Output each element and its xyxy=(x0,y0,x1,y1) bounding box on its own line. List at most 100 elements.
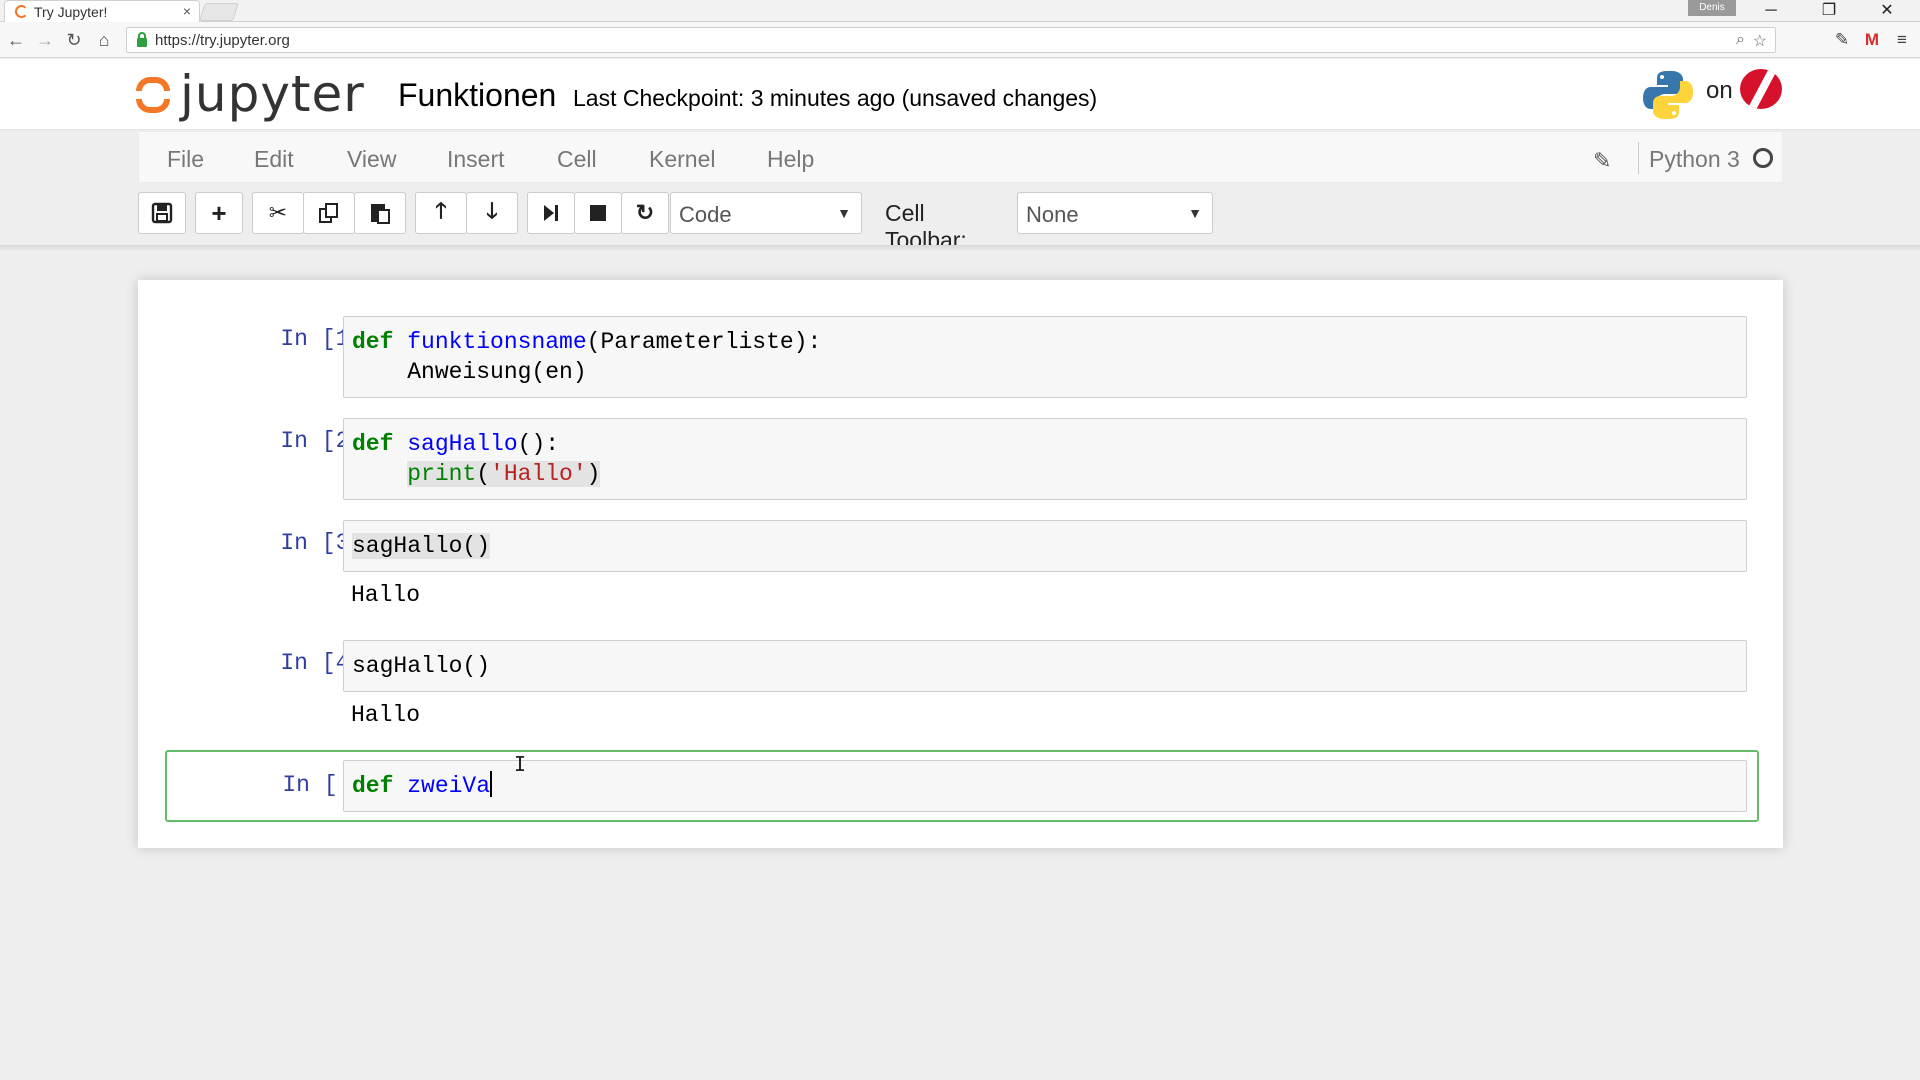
lock-icon xyxy=(137,31,147,47)
restore-button[interactable]: ❐ xyxy=(1806,0,1852,22)
code-string: 'Hallo' xyxy=(490,461,587,487)
jupyter-logo[interactable]: jupyter xyxy=(134,65,365,123)
minimize-button[interactable]: ─ xyxy=(1748,0,1794,22)
cut-button[interactable]: ✂ xyxy=(252,192,304,234)
code-text: (): xyxy=(517,431,560,457)
kernel-idle-indicator-icon xyxy=(1753,148,1773,168)
code-text: ( xyxy=(476,461,491,487)
tab-title: Try Jupyter! xyxy=(34,3,108,20)
close-window-button[interactable]: ✕ xyxy=(1864,0,1910,22)
jupyter-header: jupyter Funktionen Last Checkpoint: 3 mi… xyxy=(0,59,1920,130)
bookmark-star-icon[interactable]: ☆ xyxy=(1753,31,1767,51)
extension-pen-icon[interactable]: ✎ xyxy=(1830,28,1854,52)
stop-icon xyxy=(590,205,606,221)
on-text: on xyxy=(1706,77,1733,104)
cell-type-value: Code xyxy=(679,202,732,227)
paste-icon xyxy=(371,204,390,224)
save-button[interactable] xyxy=(138,192,186,234)
menu-file[interactable]: File xyxy=(167,146,204,173)
cell-output: Hallo xyxy=(351,702,421,728)
code-input[interactable]: def funktionsname(Parameterliste): Anwei… xyxy=(343,316,1747,398)
paste-button[interactable] xyxy=(354,192,406,234)
browser-toolbar: ← → ↻ ⌂ https://try.jupyter.org ⌕ ☆ ✎ M … xyxy=(0,22,1920,58)
menu-kernel[interactable]: Kernel xyxy=(649,146,715,173)
code-text: zweiVa xyxy=(393,773,491,799)
chevron-down-icon: ▼ xyxy=(837,205,851,221)
code-text: sagHallo() xyxy=(352,533,491,559)
code-input-active[interactable]: def zweiVa xyxy=(343,760,1747,812)
copy-icon xyxy=(319,203,338,223)
code-keyword: def xyxy=(352,431,394,457)
cell-toolbar-select[interactable]: None ▼ xyxy=(1017,192,1213,234)
back-button[interactable]: ← xyxy=(4,28,28,52)
home-button[interactable]: ⌂ xyxy=(92,28,116,52)
browser-tab[interactable]: Try Jupyter! × xyxy=(4,0,200,22)
move-up-button[interactable]: 🡑 xyxy=(415,192,467,234)
insert-cell-button[interactable]: + xyxy=(195,192,243,234)
code-cell[interactable]: In [2]: def sagHallo(): print('Hallo') xyxy=(165,418,1757,500)
logo-text: jupyter xyxy=(180,65,365,123)
run-cell-button[interactable] xyxy=(527,192,575,234)
profile-badge[interactable]: Denis xyxy=(1688,0,1736,16)
code-text: Anweisung(en) xyxy=(352,359,587,385)
url-bar[interactable]: https://try.jupyter.org ⌕ ☆ xyxy=(126,27,1776,53)
rackspace-logo-icon xyxy=(1740,69,1782,109)
menu-view[interactable]: View xyxy=(347,146,396,173)
restart-icon: ↻ xyxy=(635,200,655,225)
code-text: (Parameterliste): xyxy=(586,329,822,355)
menu-edit[interactable]: Edit xyxy=(254,146,294,173)
jupyter-logo-icon xyxy=(134,71,172,117)
edit-mode-pencil-icon: ✎ xyxy=(1593,148,1612,173)
code-text: sagHallo() xyxy=(352,653,491,679)
menubar: File Edit View Insert Cell Kernel Help ✎… xyxy=(138,131,1783,183)
menu-cell[interactable]: Cell xyxy=(557,146,597,173)
kernel-divider xyxy=(1638,142,1639,174)
notebook-container: In [1]: def funktionsname(Parameterliste… xyxy=(138,280,1783,848)
cut-icon: ✂ xyxy=(268,200,288,225)
arrow-up-icon: 🡑 xyxy=(435,198,447,223)
browser-menu-icon[interactable]: ≡ xyxy=(1890,28,1914,52)
code-input[interactable]: sagHallo() xyxy=(343,520,1747,572)
interrupt-button[interactable] xyxy=(574,192,622,234)
code-function-name: funktionsname xyxy=(407,329,587,355)
gmail-extension-icon[interactable]: M xyxy=(1860,28,1884,52)
checkpoint-status: Last Checkpoint: 3 minutes ago (unsaved … xyxy=(573,85,1098,111)
arrow-down-icon: 🡓 xyxy=(486,198,498,223)
zoom-icon[interactable]: ⌕ xyxy=(1736,31,1745,49)
loading-icon xyxy=(15,5,28,18)
cell-type-select[interactable]: Code ▼ xyxy=(670,192,862,234)
kernel-name: Python 3 xyxy=(1649,146,1740,172)
python-logo-icon xyxy=(1643,71,1693,119)
code-cell[interactable]: In [3]: sagHallo() Hallo xyxy=(165,520,1757,620)
code-input[interactable]: def sagHallo(): print('Hallo') xyxy=(343,418,1747,500)
step-forward-icon xyxy=(544,205,558,221)
cell-output: Hallo xyxy=(351,582,421,608)
notebook-title[interactable]: Funktionen xyxy=(398,77,556,114)
code-cell[interactable]: In [1]: def funktionsname(Parameterliste… xyxy=(165,316,1757,398)
url-text: https://try.jupyter.org xyxy=(155,31,290,49)
menu-help[interactable]: Help xyxy=(767,146,814,173)
save-icon xyxy=(151,202,173,224)
text-cursor xyxy=(490,771,493,797)
code-cell-selected[interactable]: In [ ]: def zweiVa xyxy=(165,750,1759,822)
code-keyword: def xyxy=(352,329,394,355)
code-function-name: sagHallo xyxy=(407,431,518,457)
restart-kernel-button[interactable]: ↻ xyxy=(621,192,669,234)
code-input[interactable]: sagHallo() xyxy=(343,640,1747,692)
code-builtin: print xyxy=(407,461,477,487)
reload-button[interactable]: ↻ xyxy=(62,28,86,52)
header-shadow xyxy=(0,245,1920,251)
code-cell[interactable]: In [4]: sagHallo() Hallo xyxy=(165,640,1757,740)
plus-icon: + xyxy=(211,197,227,228)
move-down-button[interactable]: 🡓 xyxy=(466,192,518,234)
browser-tabstrip: Try Jupyter! × Denis ─ ❐ ✕ xyxy=(0,0,1920,22)
forward-button[interactable]: → xyxy=(33,28,57,52)
copy-button[interactable] xyxy=(303,192,355,234)
menu-insert[interactable]: Insert xyxy=(447,146,505,173)
code-keyword: def xyxy=(352,773,394,799)
new-tab-button[interactable] xyxy=(199,3,239,21)
close-tab-icon[interactable]: × xyxy=(183,3,191,19)
code-text: ) xyxy=(586,461,601,487)
mouse-ibeam-cursor-icon: I xyxy=(514,752,527,776)
